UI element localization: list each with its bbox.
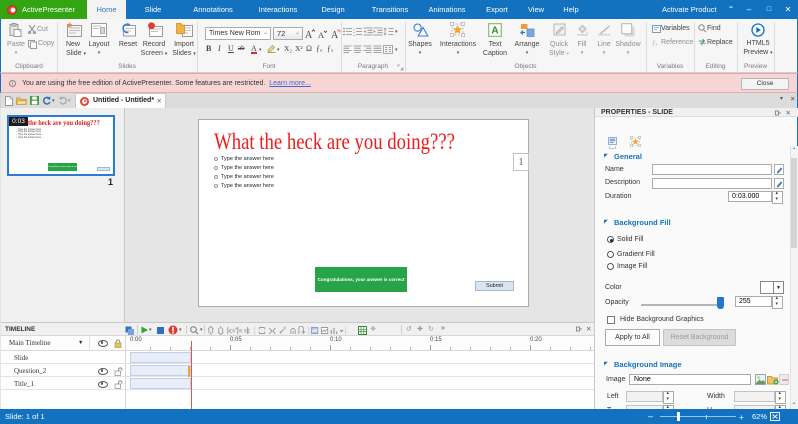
svg-text:A: A <box>305 30 313 39</box>
svg-text:A: A <box>491 26 498 37</box>
